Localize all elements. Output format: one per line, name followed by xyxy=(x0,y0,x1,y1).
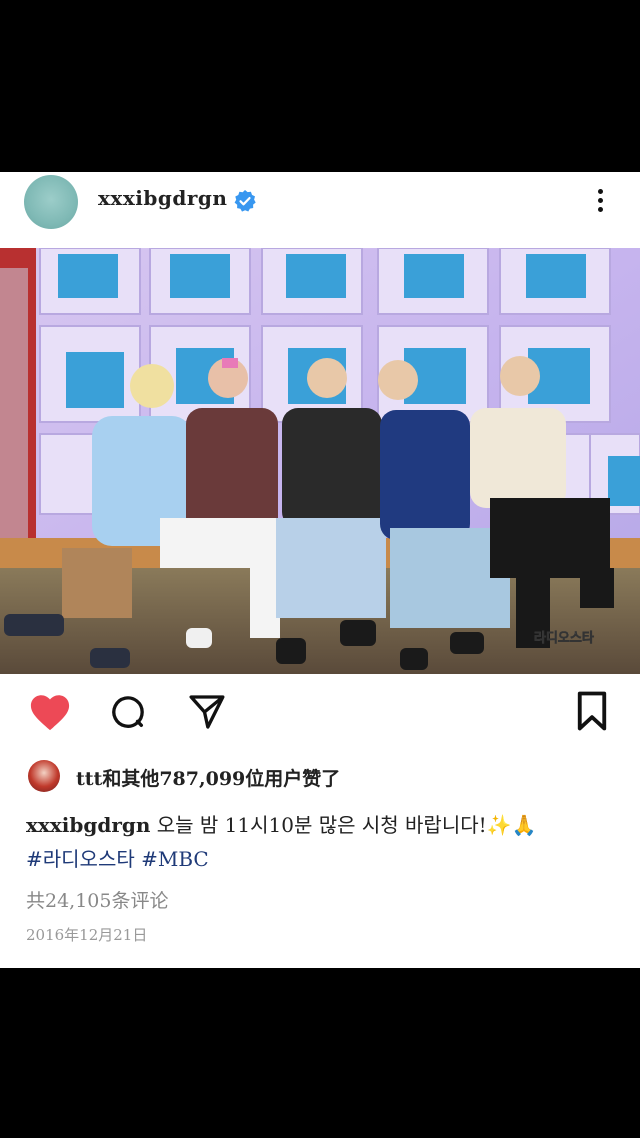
action-bar xyxy=(0,684,640,744)
post-caption: xxxibgdrgn 오늘 밤 11시10분 많은 시청 바랍니다!✨🙏 #라디… xyxy=(26,808,626,876)
liker-avatar xyxy=(28,760,60,792)
caption-username[interactable]: xxxibgdrgn xyxy=(26,813,150,837)
profile-avatar[interactable] xyxy=(24,175,78,229)
likes-count-text: ttt和其他787,099位用户赞了 xyxy=(76,768,341,790)
post-header: xxxibgdrgn xyxy=(0,172,640,246)
caption-text: 오늘 밤 11시10분 많은 시청 바랍니다!✨🙏 xyxy=(156,813,537,837)
post-date: 2016年12月21日 xyxy=(26,926,148,944)
view-comments-link[interactable]: 共24,105条评论 xyxy=(26,886,168,913)
hashtag-link[interactable]: #라디오스타 xyxy=(26,847,135,871)
share-send-icon[interactable] xyxy=(186,692,228,732)
more-options-button[interactable] xyxy=(588,186,612,216)
save-bookmark-icon[interactable] xyxy=(572,690,612,732)
hashtag-link[interactable]: #MBC xyxy=(141,847,209,871)
svg-text:라디오스타: 라디오스타 xyxy=(534,630,594,646)
post-username[interactable]: xxxibgdrgn xyxy=(98,186,227,210)
like-heart-icon[interactable] xyxy=(28,692,72,732)
verified-badge-icon xyxy=(234,190,256,212)
post-photo[interactable]: 라디오스타 xyxy=(0,248,640,674)
post-image: 라디오스타 xyxy=(0,248,640,674)
comment-icon[interactable] xyxy=(106,692,150,732)
post-card: xxxibgdrgn 라디오스타 ttt和其他787,099位用户赞了 xxxi… xyxy=(0,172,640,968)
